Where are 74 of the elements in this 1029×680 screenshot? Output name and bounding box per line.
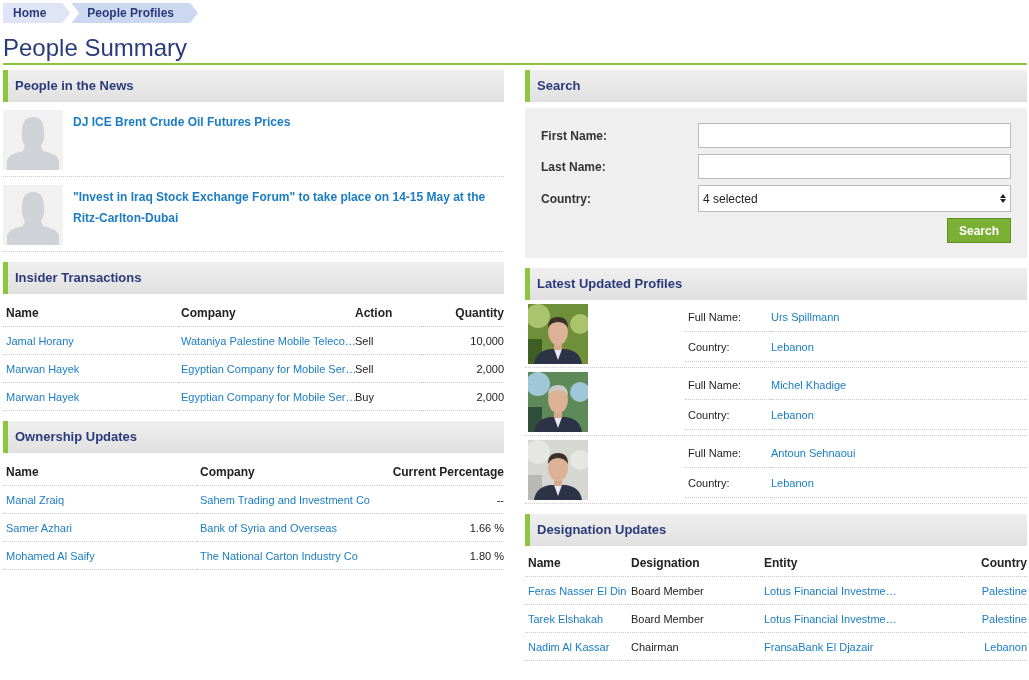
table-cell: 10,000: [422, 326, 504, 355]
field-label: Full Name:: [685, 304, 771, 332]
table-cell-link[interactable]: The National Carton Industry Co: [200, 549, 358, 562]
breadcrumb-item[interactable]: Home: [3, 3, 71, 23]
table-cell-link[interactable]: Feras Nasser El Din: [528, 584, 627, 597]
field-label: Full Name:: [685, 440, 771, 468]
field-label: Country:: [685, 470, 771, 498]
section-header: Latest Updated Profiles: [525, 268, 1027, 300]
table-cell-link[interactable]: Wataniya Palestine Mobile Teleco…: [181, 334, 356, 347]
profile-name-link[interactable]: Urs Spillmann: [771, 304, 1027, 332]
column-header: Company: [197, 459, 377, 486]
table-cell-link[interactable]: Lotus Financial Investme…: [764, 612, 897, 625]
avatar-icon: [3, 185, 63, 245]
column-header: Quantity: [422, 300, 504, 327]
country-link[interactable]: Lebanon: [771, 334, 1027, 362]
table-cell: 2,000: [422, 382, 504, 411]
field-label: Last Name:: [541, 159, 607, 174]
column-header: Entity: [761, 550, 961, 577]
section-header: People in the News: [3, 70, 504, 102]
table-cell-link[interactable]: Jamal Horany: [6, 334, 74, 347]
table-cell-link[interactable]: Mohamed Al Saify: [6, 549, 95, 562]
sort-arrows-icon: [1000, 194, 1006, 203]
table-cell-link[interactable]: Lotus Financial Investme…: [764, 584, 897, 597]
breadcrumb-item[interactable]: People Profiles: [71, 3, 199, 23]
table-cell-link[interactable]: Tarek Elshakah: [528, 612, 604, 625]
section-header: Search: [525, 70, 1027, 102]
text-field[interactable]: [698, 154, 1011, 179]
column-header: Name: [3, 459, 197, 486]
column-header: Name: [525, 550, 628, 577]
news-headline-link[interactable]: DJ ICE Brent Crude Oil Futures Prices: [73, 112, 291, 170]
section-header: Insider Transactions: [3, 262, 504, 294]
table-cell: Sell: [352, 354, 422, 383]
column-header: Company: [178, 300, 352, 327]
table-cell-link[interactable]: Manal Zraiq: [6, 493, 65, 506]
country-link[interactable]: Lebanon: [771, 470, 1027, 498]
table-cell-link[interactable]: Marwan Hayek: [6, 362, 80, 375]
table-cell-link[interactable]: Bank of Syria and Overseas: [200, 521, 337, 534]
news-headline-link[interactable]: "Invest in Iraq Stock Exchange Forum" to take place on 14-15 May at the Ritz-Carlton-Dubai: [73, 187, 504, 245]
table-cell: Buy: [352, 382, 422, 411]
table-cell: 1.80 %: [377, 541, 504, 570]
field-label: Full Name:: [685, 372, 771, 400]
table-cell: Chairman: [628, 632, 761, 661]
table-cell: Board Member: [628, 576, 761, 605]
profile-name-link[interactable]: Michel Khadige: [771, 372, 1027, 400]
search-button[interactable]: Search: [946, 218, 1011, 243]
field-label: Country:: [685, 402, 771, 430]
section-header: Ownership Updates: [3, 421, 504, 453]
field-label: First Name:: [541, 128, 609, 143]
table-cell-link[interactable]: Palestine: [981, 612, 1027, 625]
table-cell: 2,000: [422, 354, 504, 383]
table-cell-link[interactable]: Palestine: [981, 584, 1027, 597]
table-cell-link[interactable]: Lebanon: [984, 640, 1027, 653]
table-cell: 1.66 %: [377, 513, 504, 542]
table-cell-link[interactable]: Samer Azhari: [6, 521, 73, 534]
column-header: Country: [961, 550, 1027, 577]
profile-name-link[interactable]: Antoun Sehnaoui: [771, 440, 1027, 468]
field-label: Country:: [541, 191, 592, 206]
field-label: Country:: [685, 334, 771, 362]
section-header: Designation Updates: [525, 514, 1027, 546]
table-cell-link[interactable]: Sahem Trading and Investment Co: [200, 493, 370, 506]
table-cell-link[interactable]: FransaBank El Djazair: [764, 640, 874, 653]
table-cell-link[interactable]: Nadim Al Kassar: [528, 640, 610, 653]
column-header: Name: [3, 300, 178, 327]
column-header: Action: [352, 300, 422, 327]
column-header: Current Percentage: [377, 459, 504, 486]
text-field[interactable]: [698, 123, 1011, 148]
column-header: Designation: [628, 550, 761, 577]
table-cell: Board Member: [628, 604, 761, 633]
table-cell-link[interactable]: Marwan Hayek: [6, 390, 80, 403]
page-title: People Summary: [3, 34, 189, 62]
table-cell: --: [377, 485, 504, 514]
country-link[interactable]: Lebanon: [771, 402, 1027, 430]
avatar-icon: [3, 110, 63, 170]
select-field[interactable]: 4 selected: [698, 185, 1011, 212]
